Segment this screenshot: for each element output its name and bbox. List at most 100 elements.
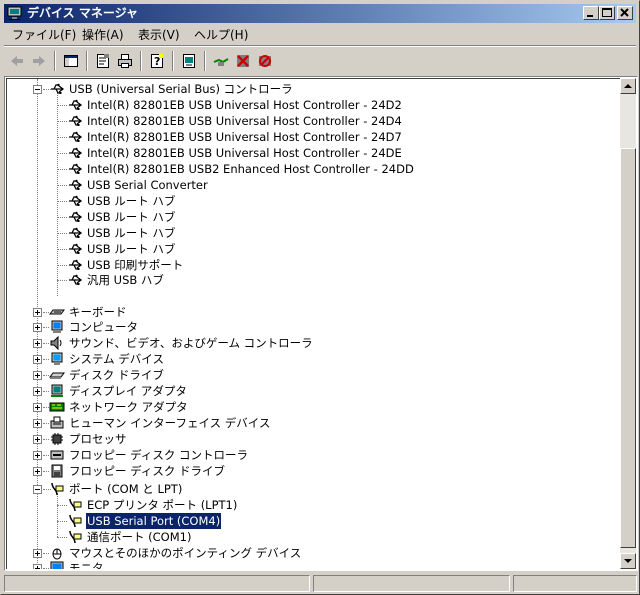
- port-item[interactable]: USB Serial Port (COM4): [7, 511, 607, 530]
- device-label: ECP プリンタ ポート (LPT1): [87, 498, 238, 512]
- device-item[interactable]: USB ルート ハブ: [7, 193, 607, 209]
- category-item[interactable]: ディスプレイ アダプタ: [7, 383, 607, 399]
- category-item[interactable]: システム デバイス: [7, 351, 607, 367]
- category-item[interactable]: プロセッサ: [7, 431, 607, 447]
- tree-line: [57, 136, 67, 138]
- category-label: サウンド、ビデオ、およびゲーム コントローラ: [69, 336, 313, 351]
- expand-toggle[interactable]: [33, 355, 42, 365]
- expand-toggle[interactable]: [33, 307, 42, 317]
- tree-line: [57, 248, 67, 250]
- processor-icon: [51, 433, 63, 446]
- toolbar-separator: [86, 51, 88, 71]
- device-item[interactable]: Intel(R) 82801EB USB Universal Host Cont…: [7, 97, 607, 113]
- usb-icon: [69, 131, 83, 142]
- expand-toggle[interactable]: [33, 371, 42, 381]
- category-label: モニタ: [69, 561, 104, 569]
- category-label: ディスプレイ アダプタ: [69, 384, 187, 399]
- selected-device-label: USB Serial Port (COM4): [84, 511, 223, 530]
- expand-toggle[interactable]: [33, 403, 42, 413]
- device-item[interactable]: USB ルート ハブ: [7, 225, 607, 241]
- tree-line: [57, 505, 67, 506]
- category-ports[interactable]: ポート (COM と LPT): [7, 481, 607, 497]
- category-label: プロセッサ: [69, 432, 127, 447]
- device-label: 通信ポート (COM1): [87, 529, 192, 544]
- expand-toggle[interactable]: [33, 387, 42, 397]
- device-item[interactable]: Intel(R) 82801EB USB2 Enhanced Host Cont…: [7, 161, 607, 177]
- expand-toggle[interactable]: [33, 564, 42, 569]
- menu-action[interactable]: 操作(A): [76, 27, 130, 44]
- properties-button[interactable]: [92, 50, 114, 72]
- device-item[interactable]: Intel(R) 82801EB USB Universal Host Cont…: [7, 129, 607, 145]
- expand-toggle[interactable]: [33, 419, 42, 429]
- print-icon: [118, 54, 132, 68]
- system-device-icon: [51, 352, 63, 366]
- expand-toggle[interactable]: [33, 451, 42, 460]
- properties-icon: [97, 54, 109, 68]
- expand-toggle[interactable]: [33, 467, 42, 476]
- collapse-toggle[interactable]: [33, 485, 42, 494]
- show-hide-tree-button[interactable]: [60, 50, 82, 72]
- device-manager-icon: [7, 6, 22, 20]
- device-item[interactable]: USB ルート ハブ: [7, 241, 607, 257]
- tree-line: [57, 168, 67, 170]
- category-label: ネットワーク アダプタ: [69, 400, 188, 415]
- forward-button[interactable]: [28, 50, 50, 72]
- uninstall-button[interactable]: [232, 50, 254, 72]
- scroll-down-button[interactable]: [620, 553, 636, 569]
- disable-button[interactable]: [254, 50, 276, 72]
- device-item[interactable]: 汎用 USB ハブ: [7, 272, 607, 288]
- category-item[interactable]: フロッピー ディスク コントローラ: [7, 447, 607, 463]
- device-item[interactable]: USB 印刷サポート: [7, 257, 607, 273]
- port-item[interactable]: ECP プリンタ ポート (LPT1): [7, 497, 607, 513]
- usb-icon: [69, 243, 83, 254]
- category-item[interactable]: ヒューマン インターフェイス デバイス: [7, 415, 607, 431]
- scroll-thumb[interactable]: [620, 148, 636, 548]
- category-usb-controllers[interactable]: USB (Universal Serial Bus) コントローラ: [7, 81, 607, 97]
- device-item[interactable]: Intel(R) 82801EB USB Universal Host Cont…: [7, 145, 607, 161]
- maximize-button[interactable]: [599, 6, 615, 20]
- network-adapter-icon: [49, 402, 65, 412]
- collapse-toggle[interactable]: [33, 85, 42, 94]
- close-button[interactable]: [617, 6, 633, 20]
- status-panel: [313, 575, 510, 592]
- menu-view[interactable]: 表示(V): [132, 27, 186, 44]
- title-bar[interactable]: デバイス マネージャ: [4, 4, 636, 23]
- category-label: マウスとそのほかのポインティング デバイス: [69, 545, 302, 560]
- menu-help[interactable]: ヘルプ(H): [188, 27, 254, 44]
- device-item[interactable]: USB Serial Converter: [7, 177, 607, 193]
- device-item[interactable]: USB ルート ハブ: [7, 209, 607, 225]
- category-item[interactable]: マウスとそのほかのポインティング デバイス: [7, 545, 607, 561]
- port-item[interactable]: 通信ポート (COM1): [7, 529, 607, 545]
- display-adapter-icon: [51, 384, 63, 398]
- floppy-controller-icon: [50, 450, 64, 460]
- category-item[interactable]: フロッピー ディスク ドライブ: [7, 463, 607, 479]
- expand-toggle[interactable]: [33, 548, 42, 558]
- device-item[interactable]: Intel(R) 82801EB USB Universal Host Cont…: [7, 113, 607, 129]
- category-label: フロッピー ディスク コントローラ: [69, 448, 249, 462]
- category-item[interactable]: ネットワーク アダプタ: [7, 399, 607, 415]
- port-icon: [51, 482, 64, 496]
- category-item[interactable]: ディスク ドライブ: [7, 367, 607, 383]
- vertical-scrollbar[interactable]: [620, 78, 636, 569]
- expand-toggle[interactable]: [33, 323, 42, 333]
- usb-icon: [69, 259, 83, 270]
- expand-toggle[interactable]: [33, 339, 42, 349]
- back-button[interactable]: [6, 50, 28, 72]
- help-button[interactable]: ?: [146, 50, 168, 72]
- usb-icon: [69, 275, 83, 286]
- device-tree-content: USB (Universal Serial Bus) コントローラ Intel(…: [6, 78, 620, 569]
- category-item[interactable]: キーボード: [7, 304, 607, 320]
- device-label: USB ルート ハブ: [87, 241, 176, 256]
- category-item[interactable]: モニタ: [7, 560, 607, 569]
- disable-icon: [259, 55, 271, 67]
- print-button[interactable]: [114, 50, 136, 72]
- category-item[interactable]: コンピュータ: [7, 319, 607, 335]
- update-driver-button[interactable]: [210, 50, 232, 72]
- scan-hardware-button[interactable]: [178, 50, 200, 72]
- computer-icon: [51, 320, 63, 334]
- expand-toggle[interactable]: [33, 435, 42, 445]
- menu-file[interactable]: ファイル(F): [6, 27, 82, 44]
- scroll-up-button[interactable]: [620, 78, 636, 94]
- category-item[interactable]: サウンド、ビデオ、およびゲーム コントローラ: [7, 335, 607, 351]
- minimize-button[interactable]: [583, 6, 599, 20]
